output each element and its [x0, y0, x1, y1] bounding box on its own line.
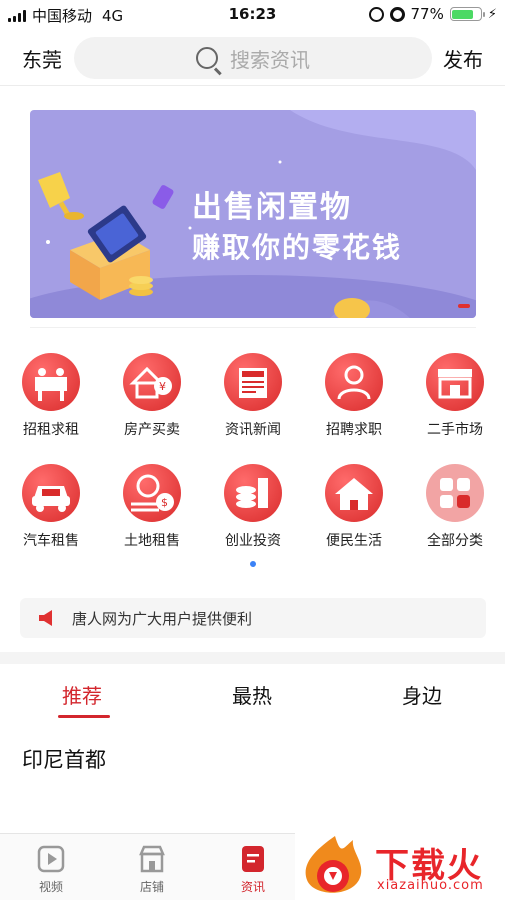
nav-video[interactable]: 视频 [21, 844, 81, 895]
nav-news[interactable]: 资讯 [223, 844, 283, 895]
status-right: 77% ⚡ [368, 5, 497, 23]
category-label: 土地租售 [124, 533, 180, 549]
nav-label: 店铺 [139, 880, 164, 894]
newspaper-icon [224, 353, 282, 411]
section-separator [0, 652, 505, 664]
phone-icon [152, 185, 174, 209]
category-land[interactable]: $ 土地租售 [117, 464, 187, 550]
category-label: 招租求租 [23, 422, 79, 438]
speaker-icon [38, 609, 60, 627]
publish-button[interactable]: 发布 [443, 44, 483, 73]
banner-subline: 赚取你的零花钱 [192, 231, 403, 264]
search-icon [196, 47, 218, 69]
grid-icon [426, 464, 484, 522]
flame-logo-icon [305, 836, 362, 893]
notice-text: 唐人网为广大用户提供便利 [72, 609, 253, 628]
person-icon [325, 353, 383, 411]
coins-icon [224, 464, 282, 522]
category-secondhand[interactable]: 二手市场 [420, 353, 490, 439]
news-icon [239, 844, 267, 874]
tab-nearby[interactable]: 身边 [402, 680, 442, 709]
category-car[interactable]: 汽车租售 [16, 464, 86, 550]
category-label: 二手市场 [427, 422, 483, 438]
home-icon [325, 464, 383, 522]
category-label: 招聘求职 [326, 422, 382, 438]
category-label: 汽车租售 [23, 533, 79, 549]
video-icon [37, 844, 65, 874]
orientation-lock-icon [368, 6, 384, 22]
battery-icon [449, 7, 485, 21]
bottom-nav: 视频 店铺 资讯 下载火 xiazaihuo.com [0, 832, 505, 900]
coins-stack-icon [129, 276, 153, 296]
category-label: 便民生活 [326, 533, 382, 549]
battery-percent: 77% [410, 5, 444, 23]
category-invest[interactable]: 创业投资 [218, 464, 288, 550]
car-icon [22, 464, 80, 522]
svg-text:$: $ [161, 496, 168, 509]
svg-text:¥: ¥ [159, 380, 166, 393]
search-input[interactable]: 搜索资讯 [74, 37, 432, 79]
category-all[interactable]: 全部分类 [420, 464, 490, 550]
tab-recommend[interactable]: 推荐 [62, 680, 102, 709]
handshake-icon [22, 353, 80, 411]
tab-hot[interactable]: 最热 [232, 680, 272, 709]
search-placeholder: 搜索资讯 [230, 47, 310, 72]
category-news[interactable]: 资讯新闻 [218, 353, 288, 439]
category-label: 房产买卖 [124, 422, 180, 438]
nav-label: 资讯 [240, 880, 265, 894]
category-label: 全部分类 [427, 533, 483, 549]
app-screen: 中国移动 4G 16:23 77% ⚡ 东莞 搜索资讯 发布 出售闲置物 赚取你… [0, 0, 505, 900]
promo-banner[interactable]: 出售闲置物 赚取你的零花钱 [30, 110, 476, 318]
banner-indicator [458, 304, 470, 308]
lamp-icon [38, 172, 84, 220]
divider [30, 327, 476, 328]
alarm-icon [389, 6, 405, 22]
category-label: 资讯新闻 [225, 422, 281, 438]
store-icon [138, 844, 166, 874]
charging-icon: ⚡ [487, 6, 497, 22]
battery-fill [452, 9, 474, 19]
shop-icon [426, 353, 484, 411]
nav-store[interactable]: 店铺 [122, 844, 182, 895]
category-pager-dot[interactable] [250, 561, 256, 567]
category-label: 创业投资 [225, 533, 281, 549]
watermark: 下载火 xiazaihuo.com [295, 832, 505, 900]
top-header: 东莞 搜索资讯 发布 [0, 32, 505, 86]
nav-label: 视频 [38, 880, 63, 894]
category-life[interactable]: 便民生活 [319, 464, 389, 550]
watermark-domain: xiazaihuo.com [377, 878, 484, 893]
notice-bar[interactable]: 唐人网为广大用户提供便利 [20, 598, 486, 638]
article-title[interactable]: 印尼首都 [22, 744, 106, 774]
city-selector[interactable]: 东莞 [22, 44, 62, 73]
category-rent[interactable]: 招租求租 [16, 353, 86, 439]
house-yuan-icon: ¥ [123, 353, 181, 411]
category-property[interactable]: ¥ 房产买卖 [117, 353, 187, 439]
category-jobs[interactable]: 招聘求职 [319, 353, 389, 439]
banner-headline: 出售闲置物 [192, 190, 352, 225]
active-tab-underline [58, 715, 110, 718]
land-dollar-icon: $ [123, 464, 181, 522]
status-bar: 中国移动 4G 16:23 77% ⚡ [0, 0, 505, 30]
